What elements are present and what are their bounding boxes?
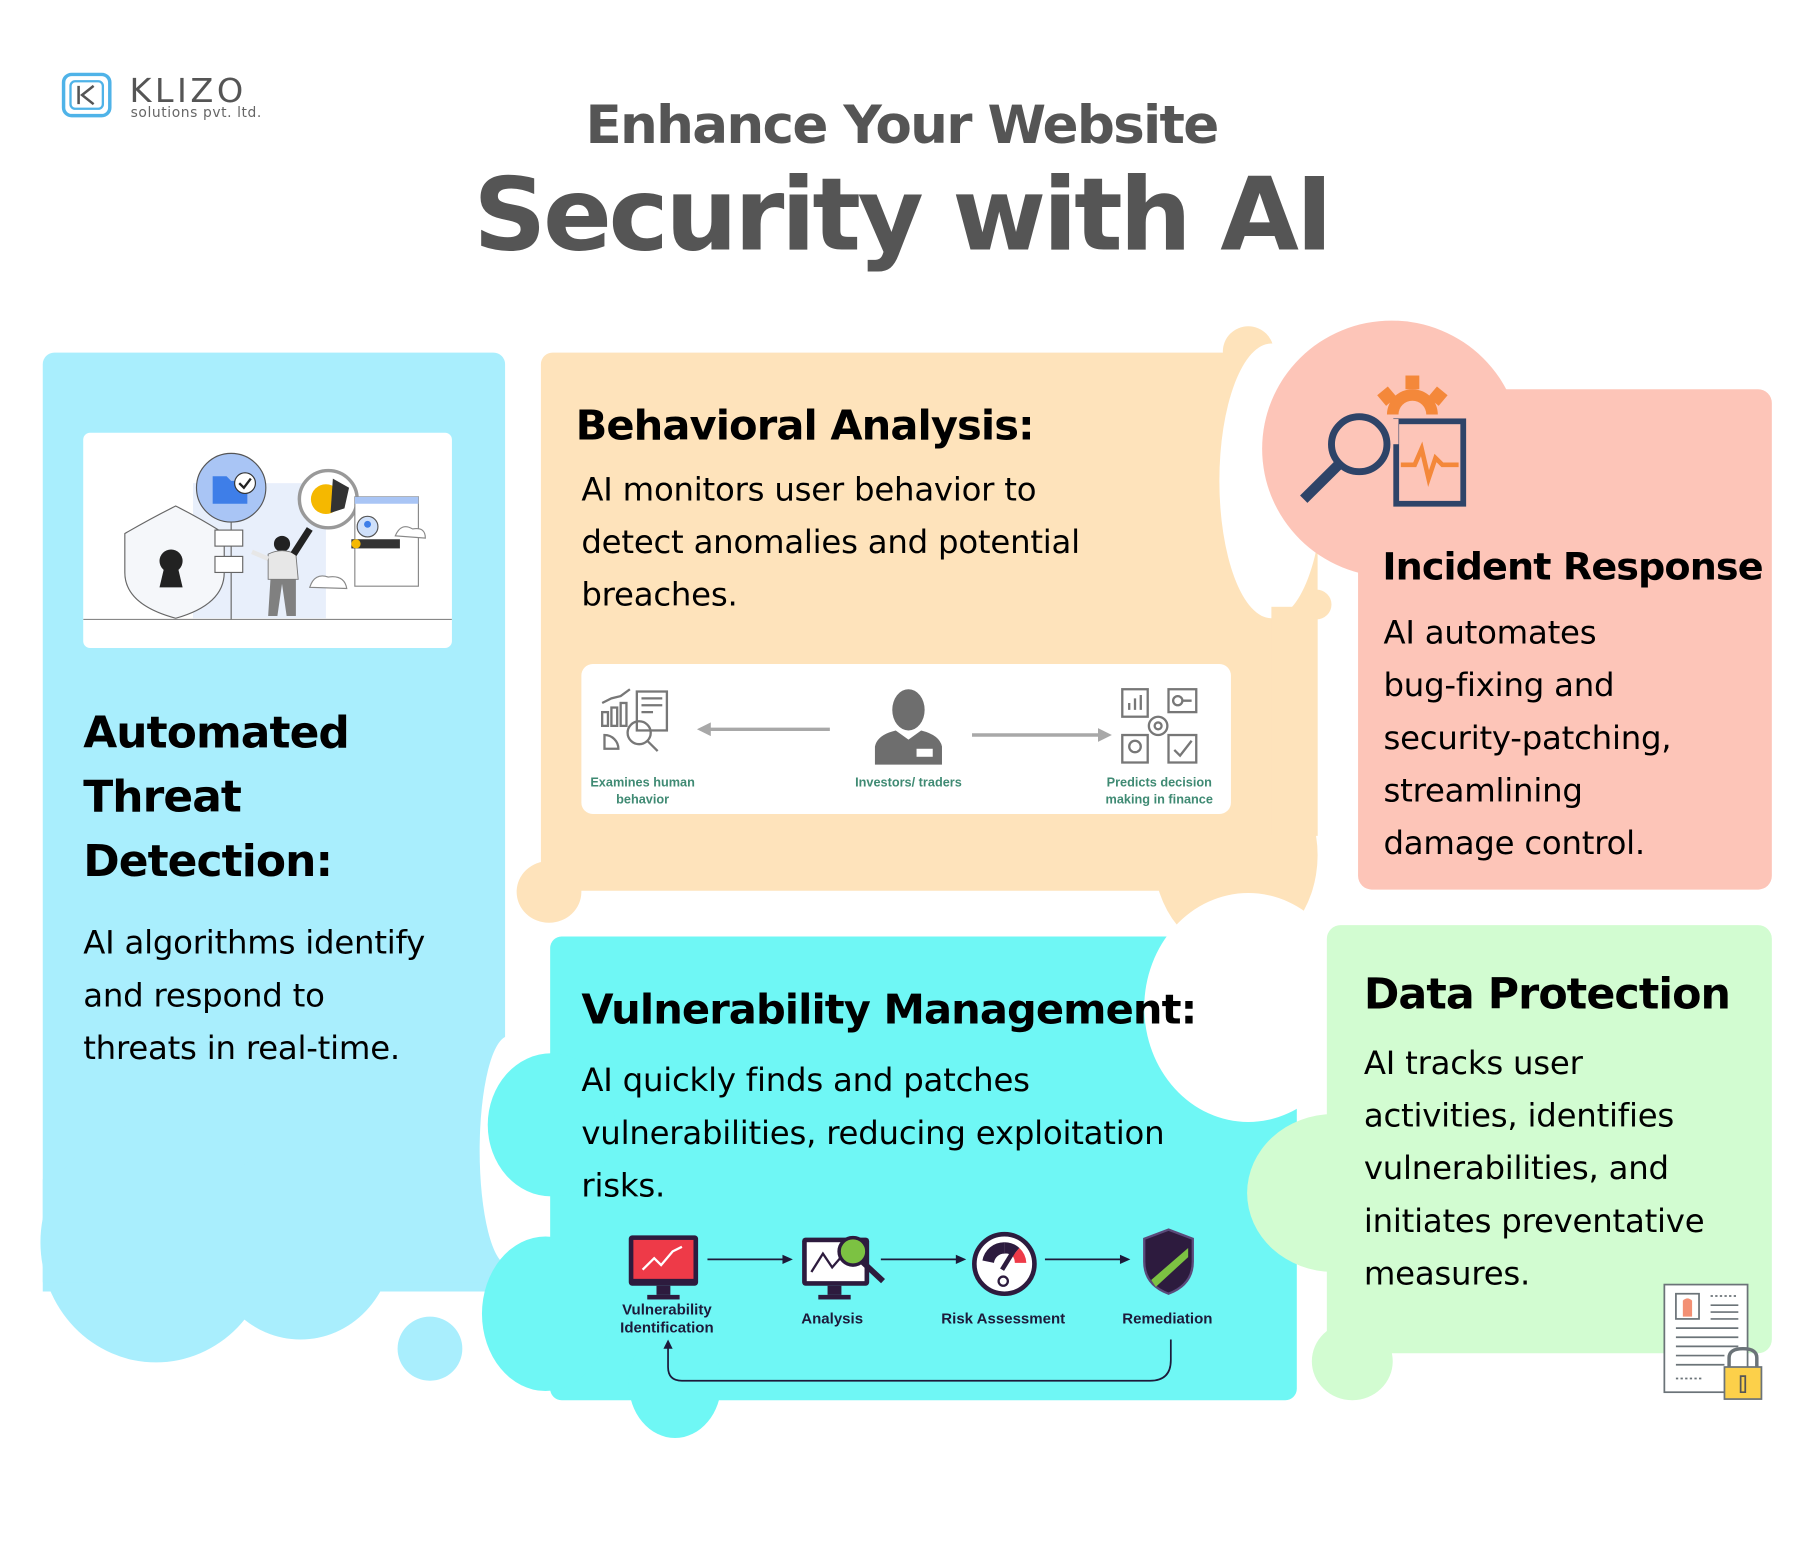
arrow-right-icon — [707, 1254, 793, 1264]
vulnerability-text-line: risks. — [581, 1166, 666, 1205]
threat-detection-text-line: threats in real-time. — [83, 1029, 400, 1068]
flow-step-label: Remediation — [1122, 1309, 1213, 1327]
loop-back-arrow-icon — [663, 1339, 1172, 1382]
threat-detection-title-line: Threat — [83, 771, 242, 823]
threat-detection-title-line: Automated — [83, 707, 350, 758]
arrow-right-icon — [1044, 1254, 1131, 1264]
page-subtitle: Enhance Your Website — [585, 93, 1219, 156]
threat-detection-title-line: Detection: — [83, 835, 333, 887]
vulnerability-flow: Vulnerability Identification Analysis Ri… — [601, 1225, 1248, 1391]
behavioral-analysis-title: Behavioral Analysis: — [575, 403, 1035, 450]
diagram-left-label: behavior — [616, 793, 670, 808]
monitor-magnifier-icon — [802, 1235, 886, 1300]
arrow-left-icon — [696, 722, 830, 737]
threat-detection-text-line: and respond to — [83, 976, 325, 1015]
diagram-left-label: Examines human — [590, 776, 695, 790]
data-protection-text-line: activities, identifies — [1363, 1096, 1675, 1135]
threat-detection-text-line: AI algorithms identify — [83, 923, 426, 962]
behavioral-analysis-text-line: AI monitors user behavior to — [581, 470, 1037, 509]
decision-dashboard-icon — [1121, 688, 1198, 764]
data-protection-text-line: vulnerabilities, and — [1363, 1149, 1669, 1188]
behavioral-analysis-text-line: breaches. — [581, 575, 738, 614]
flow-step-label: Vulnerability — [622, 1300, 712, 1318]
vulnerability-text-line: AI quickly finds and patches — [581, 1061, 1030, 1100]
incident-response-text-line: AI automates — [1383, 613, 1597, 652]
behavioral-analysis-text-line: detect anomalies and potential — [581, 523, 1080, 562]
data-protection-text-line: AI tracks user — [1363, 1044, 1583, 1082]
locked-document-icon — [1663, 1283, 1763, 1400]
data-protection-title: Data Protection — [1363, 969, 1731, 1019]
data-protection-text-line: initiates preventative — [1363, 1202, 1705, 1240]
security-analyst-illustration — [83, 432, 452, 649]
shield-icon — [1143, 1228, 1194, 1295]
arrow-right-icon — [972, 728, 1112, 742]
person-icon — [874, 689, 942, 765]
diagram-right-label: Predicts decision — [1106, 776, 1212, 790]
incident-response-text-line: bug-fixing and — [1383, 666, 1615, 705]
flow-step-label: Risk Assessment — [941, 1309, 1066, 1327]
diagram-center-label: Investors/ traders — [855, 776, 962, 790]
flow-step-label: Identification — [620, 1318, 714, 1337]
behavior-diagram: Examines human behavior Investors/ trade… — [581, 664, 1231, 815]
monitor-chart-icon — [628, 1235, 699, 1300]
vulnerability-management-title: Vulnerability Management: — [581, 986, 1197, 1034]
vulnerability-text-line: vulnerabilities, reducing exploitation — [581, 1113, 1165, 1152]
incident-response-text-line: security-patching, — [1383, 718, 1672, 757]
incident-response-text-line: streamlining — [1383, 771, 1583, 810]
arrow-right-icon — [880, 1254, 967, 1264]
incident-response-title: Incident Response — [1382, 543, 1763, 589]
flow-step-label: Analysis — [801, 1309, 864, 1327]
diagram-right-label: making in finance — [1105, 793, 1213, 808]
page-title: Security with AI — [473, 155, 1333, 274]
incident-response-text-line: damage control. — [1383, 824, 1645, 863]
gauge-icon — [972, 1231, 1037, 1297]
data-analysis-icon — [601, 688, 669, 752]
infographic: KLIZO solutions pvt. ltd. Enhance Your W… — [0, 0, 1803, 1557]
incident-monitor-icon — [1300, 375, 1467, 507]
